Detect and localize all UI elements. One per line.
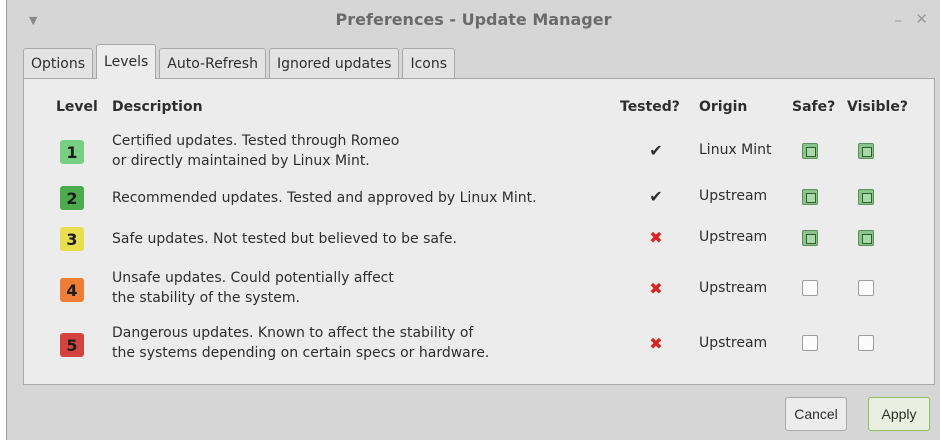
cross-icon: ✖ xyxy=(649,334,663,353)
table-row[interactable]: 5 Dangerous updates. Known to affect the… xyxy=(24,323,934,363)
tab-icons[interactable]: Icons xyxy=(402,48,456,79)
tab-options[interactable]: Options xyxy=(23,48,94,79)
header-visible: Visible? xyxy=(847,99,908,115)
safe-checkbox[interactable] xyxy=(802,143,818,159)
header-level: Level xyxy=(56,99,98,115)
visible-checkbox[interactable] xyxy=(858,335,874,351)
table-row[interactable]: 4 Unsafe updates. Could potentially affe… xyxy=(24,268,934,308)
safe-checkbox[interactable] xyxy=(802,230,818,246)
level-badge: 1 xyxy=(60,140,84,164)
minimize-icon[interactable]: – xyxy=(895,11,903,29)
visible-checkbox[interactable] xyxy=(858,189,874,205)
checkmark-icon: ✔ xyxy=(649,141,663,160)
table-row[interactable]: 3 Safe updates. Not tested but believed … xyxy=(24,224,934,254)
description-line: Safe updates. Not tested but believed to… xyxy=(112,231,457,247)
visible-checkbox[interactable] xyxy=(858,143,874,159)
level-description: Recommended updates. Tested and approved… xyxy=(112,188,537,208)
checkmark-icon: ✔ xyxy=(649,187,663,206)
cross-icon: ✖ xyxy=(649,228,663,247)
origin-value: Upstream xyxy=(699,188,768,204)
cross-icon: ✖ xyxy=(649,279,663,298)
description-line: Certified updates. Tested through Romeo xyxy=(112,133,400,149)
description-line: the stability of the system. xyxy=(112,290,301,306)
table-row[interactable]: 2 Recommended updates. Tested and approv… xyxy=(24,183,934,213)
visible-checkbox[interactable] xyxy=(858,230,874,246)
header-tested: Tested? xyxy=(620,99,680,115)
header-description: Description xyxy=(112,99,203,115)
header-origin: Origin xyxy=(699,99,748,115)
description-line: Unsafe updates. Could potentially affect xyxy=(112,270,394,286)
level-description: Unsafe updates. Could potentially affect… xyxy=(112,268,394,308)
level-description: Dangerous updates. Known to affect the s… xyxy=(112,323,489,363)
close-icon[interactable]: ✕ xyxy=(915,10,928,28)
tab-ignored-updates[interactable]: Ignored updates xyxy=(268,48,400,79)
level-description: Safe updates. Not tested but believed to… xyxy=(112,229,457,249)
origin-value: Upstream xyxy=(699,280,768,296)
description-line: the systems depending on certain specs o… xyxy=(112,345,490,361)
apply-button[interactable]: Apply xyxy=(868,397,930,431)
title-bar: ▼ Preferences - Update Manager – ✕ xyxy=(7,0,940,44)
level-badge: 3 xyxy=(60,227,84,251)
header-safe: Safe? xyxy=(792,99,836,115)
window-title: Preferences - Update Manager xyxy=(335,10,612,29)
table-row[interactable]: 1 Certified updates. Tested through Rome… xyxy=(24,131,934,171)
level-badge: 5 xyxy=(60,333,84,357)
cancel-button[interactable]: Cancel xyxy=(785,397,847,431)
levels-panel: Level Description Tested? Origin Safe? V… xyxy=(23,78,935,385)
description-line: Recommended updates. Tested and approved… xyxy=(112,190,537,206)
safe-checkbox[interactable] xyxy=(802,189,818,205)
preferences-window: ▼ Preferences - Update Manager – ✕ Optio… xyxy=(6,0,940,440)
tab-bar: Options Levels Auto-Refresh Ignored upda… xyxy=(23,44,458,79)
visible-checkbox[interactable] xyxy=(858,280,874,296)
description-line: Dangerous updates. Known to affect the s… xyxy=(112,325,474,341)
description-line: or directly maintained by Linux Mint. xyxy=(112,153,370,169)
level-badge: 4 xyxy=(60,278,84,302)
tab-auto-refresh[interactable]: Auto-Refresh xyxy=(159,48,266,79)
tab-levels[interactable]: Levels xyxy=(96,44,157,79)
level-description: Certified updates. Tested through Romeo … xyxy=(112,131,399,171)
origin-value: Linux Mint xyxy=(699,142,772,158)
safe-checkbox[interactable] xyxy=(802,280,818,296)
origin-value: Upstream xyxy=(699,335,768,351)
level-badge: 2 xyxy=(60,186,84,210)
safe-checkbox[interactable] xyxy=(802,335,818,351)
origin-value: Upstream xyxy=(699,229,768,245)
